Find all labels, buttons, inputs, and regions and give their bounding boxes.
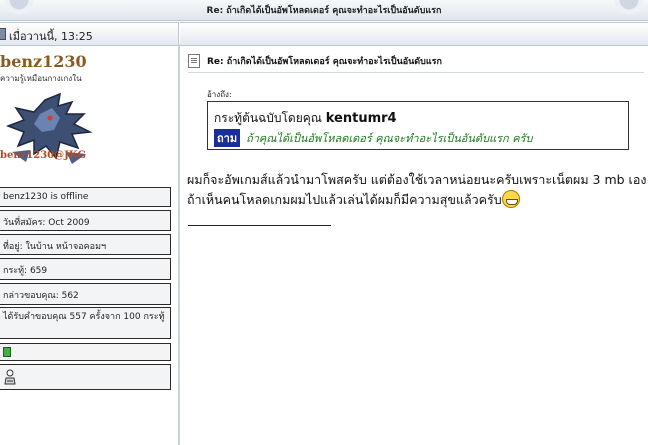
post-title-divider <box>188 72 644 73</box>
quote-box: กระทู้ต้นฉบับโดยคุณ kentumr4 ถาม ถ้าคุณได… <box>207 101 629 150</box>
online-indicator-box <box>0 343 171 361</box>
status-box: benz1230 is offline <box>0 187 171 207</box>
quote-content: ถาม ถ้าคุณได้เป็นอัพโหลดเดอร์ คุณจะทำอะไร… <box>214 129 532 147</box>
user-title: ความรู้เหมือนกางเกงใน <box>0 74 82 83</box>
post-title: Re: ถ้าเกิดได้เป็นอัพโหลดเดอร์ คุณจะทำอะ… <box>207 57 442 67</box>
post-count: กระทู้: 659 <box>3 266 48 276</box>
thanks-received-box: ได้รับคำขอบคุณ 557 ครั้งจาก 100 กระทู้ <box>0 307 171 339</box>
avatar-text: benz1230@JKG <box>0 150 87 161</box>
avatar[interactable]: benz1230@JKG <box>0 92 98 174</box>
location-box: ที่อยู่: ในบ้าน หน้าจอคอมฯ <box>0 234 171 255</box>
quote-origin-prefix: กระทู้ต้นฉบับโดยคุณ <box>214 111 322 125</box>
quote-text: ถ้าคุณได้เป็นอัพโหลดเดอร์ คุณจะทำอะไรเป็… <box>246 132 533 145</box>
user-profile-icon[interactable] <box>3 369 17 385</box>
post-icon <box>0 28 6 40</box>
post-message: ผมก็จะอัพเกมส์แล้วนำมาโพสครับ แต่ต้องใช้… <box>187 170 648 210</box>
thanks-given: กล่าวขอบคุณ: 562 <box>3 291 79 301</box>
quote-tag: ถาม <box>214 129 241 147</box>
signature-divider <box>188 225 331 226</box>
post-header-bar <box>180 22 648 46</box>
thread-icon <box>188 54 200 68</box>
quote-origin: กระทู้ต้นฉบับโดยคุณ kentumr4 <box>214 109 397 128</box>
username-link[interactable]: benz1230 <box>0 52 87 71</box>
join-date: วันที่สมัคร: Oct 2009 <box>3 218 90 228</box>
location: ที่อยู่: ในบ้าน หน้าจอคอมฯ <box>3 242 107 252</box>
thread-title: Re: ถ้าเกิดได้เป็นอัพโหลดเดอร์ คุณจะทำอะ… <box>206 6 442 16</box>
join-date-box: วันที่สมัคร: Oct 2009 <box>0 210 171 231</box>
column-divider <box>178 44 180 445</box>
thread-header-bar: Re: ถ้าเกิดได้เป็นอัพโหลดเดอร์ คุณจะทำอะ… <box>0 0 648 21</box>
thanks-received: ได้รับคำขอบคุณ 557 ครั้งจาก 100 กระทู้ <box>3 312 165 322</box>
post-date-bar: เมื่อวานนี้, 13:25 <box>0 22 179 46</box>
online-status-icon <box>3 347 11 357</box>
online-status: benz1230 is offline <box>3 192 89 202</box>
quote-label: อ้างถึง: <box>207 90 232 99</box>
post-title-bar: Re: ถ้าเกิดได้เป็นอัพโหลดเดอร์ คุณจะทำอะ… <box>188 53 644 71</box>
quote-author[interactable]: kentumr4 <box>326 111 397 126</box>
thanks-given-box: กล่าวขอบคุณ: 562 <box>0 283 171 305</box>
profile-icon-box <box>0 364 171 390</box>
dragon-avatar-image <box>5 92 93 164</box>
grin-smiley-icon <box>501 190 520 208</box>
post-count-box: กระทู้: 659 <box>0 258 171 280</box>
post-date: เมื่อวานนี้, 13:25 <box>9 30 93 43</box>
message-text: ผมก็จะอัพเกมส์แล้วนำมาโพสครับ แต่ต้องใช้… <box>187 172 647 207</box>
